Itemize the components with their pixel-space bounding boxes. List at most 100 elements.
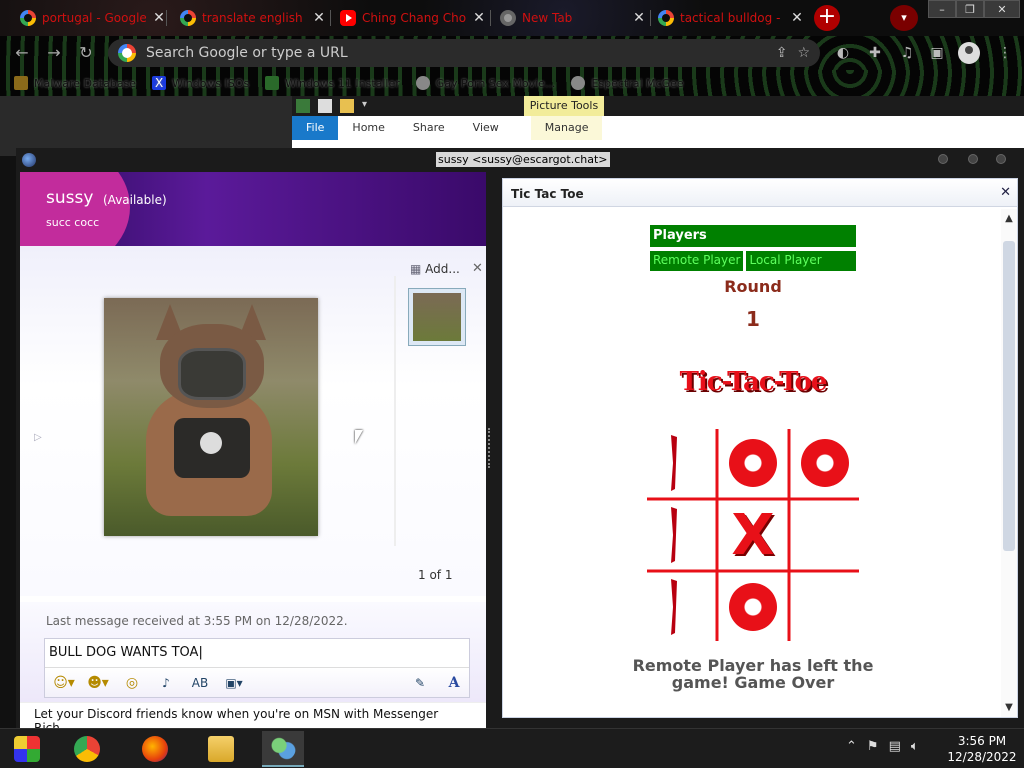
close-window-button[interactable]: ✕ bbox=[984, 0, 1020, 18]
game-status-message: Remote Player has left the game! Game Ov… bbox=[632, 656, 874, 692]
tab-home[interactable]: Home bbox=[338, 116, 398, 140]
taskbar-file-explorer[interactable] bbox=[200, 731, 242, 767]
add-photo-link[interactable]: ▦ Add... bbox=[410, 262, 460, 276]
chevron-down-icon[interactable]: ▾ bbox=[362, 99, 376, 113]
shared-photo-bulldog[interactable] bbox=[104, 298, 318, 536]
board-cell[interactable] bbox=[719, 573, 787, 641]
bookmark-icon bbox=[415, 76, 430, 90]
o-mark bbox=[801, 439, 849, 487]
flag-icon[interactable]: ⚑ bbox=[867, 739, 879, 754]
volume-icon[interactable]: 🔈︎ bbox=[911, 739, 919, 754]
board-cell[interactable] bbox=[647, 501, 715, 569]
tab-file[interactable]: File bbox=[292, 116, 339, 140]
browser-tab-youtube[interactable]: Ching Chang Chong ✕ bbox=[334, 4, 492, 32]
browser-tab-portugal[interactable]: portugal - Google ✕ bbox=[14, 4, 172, 32]
font-icon[interactable]: A bbox=[439, 675, 469, 691]
bookmark-gay-porn-sex-movie[interactable]: Gay Porn Sex Movie... bbox=[415, 76, 555, 90]
conversation-pane: sussy (Available) succ cocc ▷ ▦ Add... ✕… bbox=[20, 172, 486, 735]
new-folder-icon[interactable] bbox=[340, 99, 354, 113]
close-game-icon[interactable]: ✕ bbox=[1000, 185, 1011, 200]
reload-button[interactable]: ↻ bbox=[74, 42, 98, 64]
pane-splitter[interactable] bbox=[488, 428, 491, 468]
nudge-icon[interactable]: ◎ bbox=[117, 675, 147, 691]
players-header: Players bbox=[650, 225, 856, 247]
restore-button[interactable]: ❐ bbox=[956, 0, 984, 18]
message-compose-box[interactable]: BULL DOG WANTS TOA ☺▾ ☻▾ ◎ ♪ AB ▣▾ ✎ A bbox=[44, 638, 470, 698]
omnibox-placeholder: Search Google or type a URL bbox=[146, 45, 348, 61]
expand-arrow-icon[interactable]: ▷ bbox=[34, 432, 42, 443]
emoticon-icon[interactable]: ☺▾ bbox=[49, 675, 79, 691]
tab-close-icon[interactable]: ✕ bbox=[632, 10, 646, 26]
taskbar-firefox[interactable] bbox=[134, 731, 176, 767]
google-icon bbox=[658, 10, 674, 26]
board-cell[interactable] bbox=[791, 429, 859, 497]
omnibox[interactable]: Search Google or type a URL ⇪ ☆ bbox=[108, 39, 820, 67]
board-cell[interactable] bbox=[719, 429, 787, 497]
chevron-up-icon[interactable]: ⌃ bbox=[846, 739, 857, 754]
extensions-puzzle-icon[interactable]: ✚ bbox=[866, 44, 884, 62]
browser-tab-tactical-bulldog[interactable]: tactical bulldog - ✕ bbox=[652, 4, 810, 32]
close-photo-share-icon[interactable]: ✕ bbox=[472, 261, 483, 276]
handwriting-icon[interactable]: ✎ bbox=[405, 676, 435, 690]
properties-icon[interactable] bbox=[318, 99, 332, 113]
tab-close-icon[interactable]: ✕ bbox=[152, 10, 166, 26]
status-bar-message[interactable]: Let your Discord friends know when you'r… bbox=[20, 702, 486, 735]
profile-avatar-icon[interactable] bbox=[958, 42, 980, 64]
menu-kebab-icon[interactable]: ⋮ bbox=[996, 44, 1014, 62]
board-cell[interactable] bbox=[647, 429, 715, 497]
photo-thumbnail[interactable] bbox=[408, 288, 466, 346]
browser-tab-translate[interactable]: translate english ✕ bbox=[174, 4, 332, 32]
maximize-icon[interactable] bbox=[968, 154, 978, 164]
background-image-icon[interactable]: ▣▾ bbox=[219, 676, 249, 690]
minimize-icon[interactable] bbox=[938, 154, 948, 164]
contact-name: sussy bbox=[46, 188, 94, 208]
forward-button[interactable]: → bbox=[42, 42, 66, 64]
tab-close-icon[interactable]: ✕ bbox=[472, 10, 486, 26]
clock-date: 12/28/2022 bbox=[947, 750, 1017, 764]
minimize-button[interactable]: – bbox=[928, 0, 956, 18]
compose-text[interactable]: BULL DOG WANTS TOA bbox=[49, 645, 203, 660]
tab-manage[interactable]: Manage bbox=[530, 116, 603, 140]
board-cell[interactable] bbox=[791, 501, 859, 569]
new-tab-button[interactable]: + bbox=[814, 5, 840, 31]
game-header: Tic Tac Toe ✕ bbox=[503, 179, 1017, 207]
x-mark: X bbox=[731, 502, 775, 568]
voice-clip-icon[interactable]: ♪ bbox=[151, 676, 181, 690]
quick-access-toolbar: ▾ bbox=[292, 96, 1024, 116]
board-cell[interactable] bbox=[647, 573, 715, 641]
scroll-up-icon[interactable]: ▲ bbox=[1001, 213, 1017, 224]
tab-title: New Tab bbox=[522, 11, 573, 25]
browser-tab-new-tab[interactable]: New Tab ✕ bbox=[494, 4, 652, 32]
bookmark-espectral-mcgee[interactable]: Espectral McGee bbox=[571, 76, 684, 90]
board-cell[interactable]: X bbox=[719, 501, 787, 569]
wink-icon[interactable]: ☻▾ bbox=[83, 675, 113, 691]
taskbar-chrome[interactable] bbox=[66, 731, 108, 767]
tab-search-button[interactable]: ▾ bbox=[890, 5, 918, 31]
bookmark-windows-11-installer[interactable]: Windows 11 Installer bbox=[265, 76, 400, 90]
bookmark-star-icon[interactable]: ☆ bbox=[797, 45, 810, 61]
share-icon[interactable]: ⇪ bbox=[776, 45, 788, 61]
picture-tools-tab[interactable]: Picture Tools bbox=[524, 96, 604, 116]
bookmark-malware-database[interactable]: Malware Database bbox=[14, 76, 136, 90]
game-scrollbar[interactable]: ▲ ▼ bbox=[1001, 209, 1017, 717]
side-panel-icon[interactable]: ▣ bbox=[928, 44, 946, 62]
board-cell[interactable] bbox=[791, 573, 859, 641]
network-icon[interactable]: ▤ bbox=[889, 739, 901, 754]
back-button[interactable]: ← bbox=[10, 42, 34, 64]
tab-view[interactable]: View bbox=[459, 116, 513, 140]
tab-close-icon[interactable]: ✕ bbox=[312, 10, 326, 26]
remote-player-label: Remote Player bbox=[650, 251, 744, 271]
taskbar-clock[interactable]: 3:56 PM 12/28/2022 bbox=[944, 733, 1020, 765]
bookmark-windows-isos[interactable]: X Windows ISOs bbox=[152, 76, 249, 90]
start-button[interactable] bbox=[6, 731, 48, 767]
folder-icon[interactable] bbox=[296, 99, 310, 113]
scrollbar-thumb[interactable] bbox=[1003, 241, 1015, 551]
taskbar-messenger[interactable] bbox=[262, 731, 304, 767]
scroll-down-icon[interactable]: ▼ bbox=[1001, 702, 1017, 713]
tab-close-icon[interactable]: ✕ bbox=[790, 10, 804, 26]
font-style-icon[interactable]: AB bbox=[185, 676, 215, 690]
tab-share[interactable]: Share bbox=[399, 116, 459, 140]
extension-flag-icon[interactable]: ◐ bbox=[834, 44, 852, 62]
close-icon[interactable] bbox=[996, 154, 1006, 164]
media-icon[interactable]: ♫ bbox=[898, 44, 916, 62]
